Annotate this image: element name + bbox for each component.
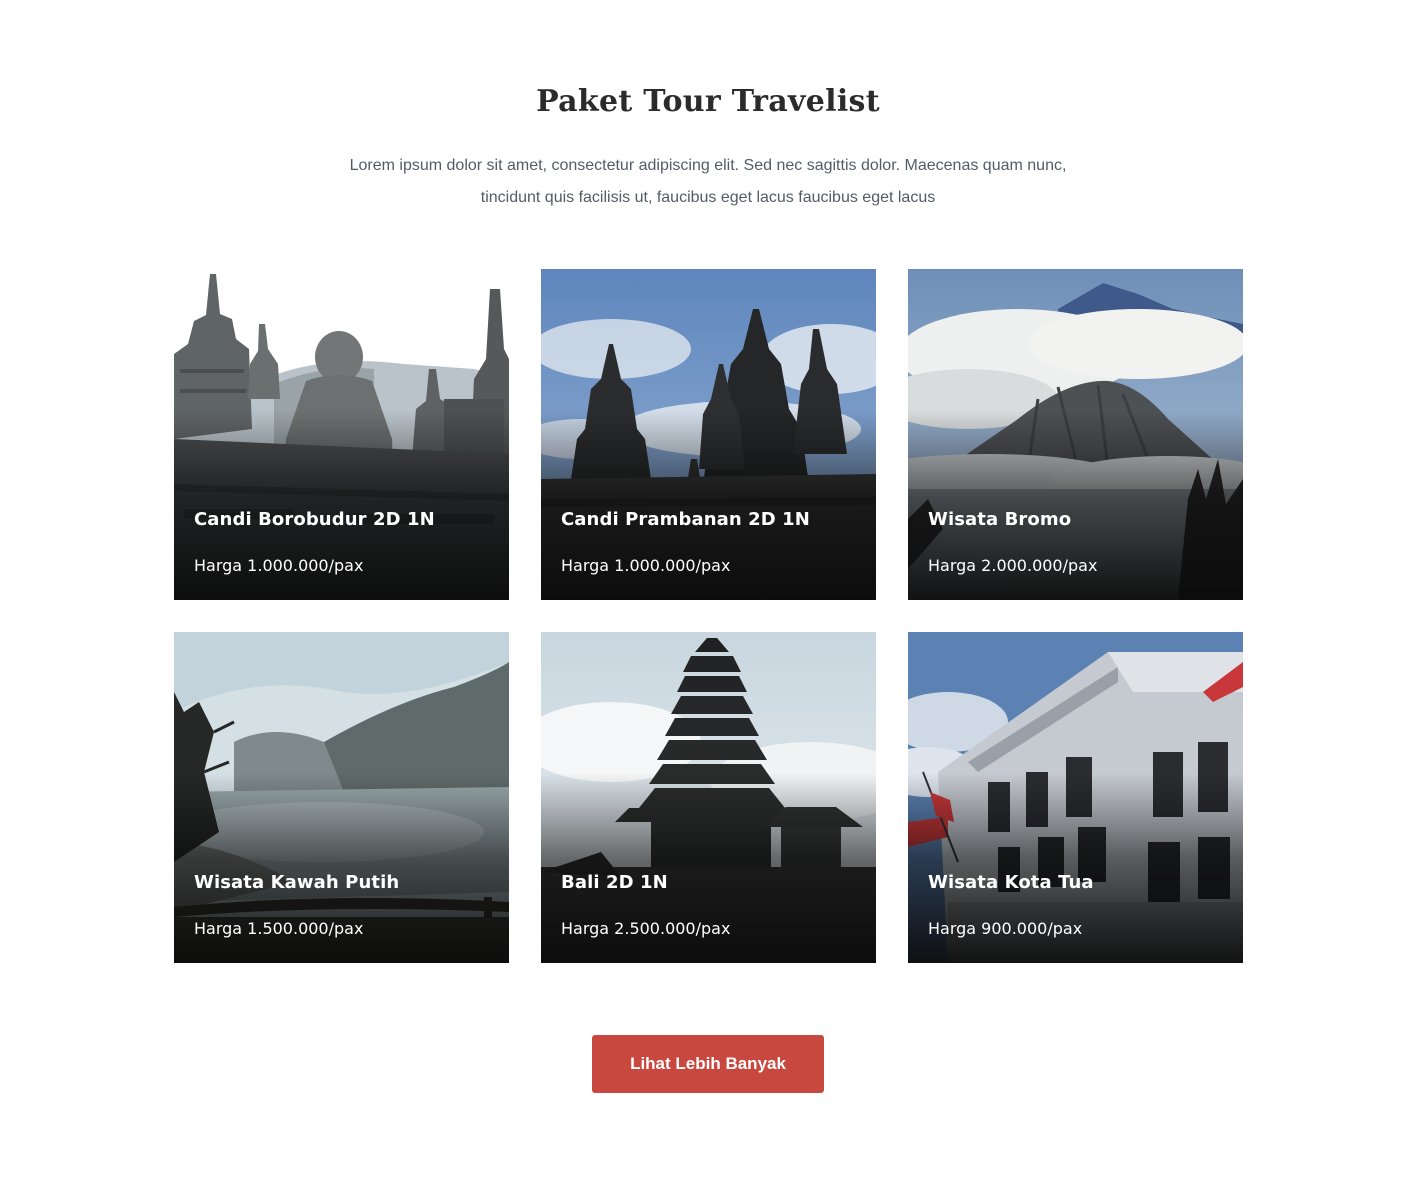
- tour-card-prambanan[interactable]: Candi Prambanan 2D 1N Harga 1.000.000/pa…: [541, 269, 876, 600]
- see-more-button[interactable]: Lihat Lebih Banyak: [592, 1035, 824, 1093]
- tour-card-bromo[interactable]: Wisata Bromo Harga 2.000.000/pax: [908, 269, 1243, 600]
- tour-card-title: Candi Borobudur 2D 1N: [194, 509, 435, 530]
- tour-card-bali[interactable]: Bali 2D 1N Harga 2.500.000/pax: [541, 632, 876, 963]
- section-description-line-2: tincidunt quis facilisis ut, faucibus eg…: [480, 189, 936, 206]
- tour-card-price: Harga 900.000/pax: [928, 919, 1083, 938]
- tour-card-title: Wisata Bromo: [928, 509, 1072, 530]
- section-title: Paket Tour Travelist: [536, 84, 880, 119]
- tour-card-kota-tua[interactable]: Wisata Kota Tua Harga 900.000/pax: [908, 632, 1243, 963]
- tour-card-price: Harga 1.000.000/pax: [561, 556, 731, 575]
- tour-card-title: Bali 2D 1N: [561, 872, 668, 893]
- tour-card-price: Harga 1.500.000/pax: [194, 919, 364, 938]
- tour-card-title: Candi Prambanan 2D 1N: [561, 509, 810, 530]
- tour-card-title: Wisata Kawah Putih: [194, 872, 400, 893]
- tour-card-price: Harga 2.000.000/pax: [928, 556, 1098, 575]
- section-description: Lorem ipsum dolor sit amet, consectetur …: [338, 150, 1078, 214]
- tour-card-borobudur[interactable]: Candi Borobudur 2D 1N Harga 1.000.000/pa…: [174, 269, 509, 600]
- tour-card-kawah-putih[interactable]: Wisata Kawah Putih Harga 1.500.000/pax: [174, 632, 509, 963]
- section-description-line-1: Lorem ipsum dolor sit amet, consectetur …: [349, 157, 1067, 174]
- tour-card-price: Harga 1.000.000/pax: [194, 556, 364, 575]
- tour-grid: Candi Borobudur 2D 1N Harga 1.000.000/pa…: [174, 269, 1243, 963]
- tour-card-title: Wisata Kota Tua: [928, 872, 1094, 893]
- tour-card-price: Harga 2.500.000/pax: [561, 919, 731, 938]
